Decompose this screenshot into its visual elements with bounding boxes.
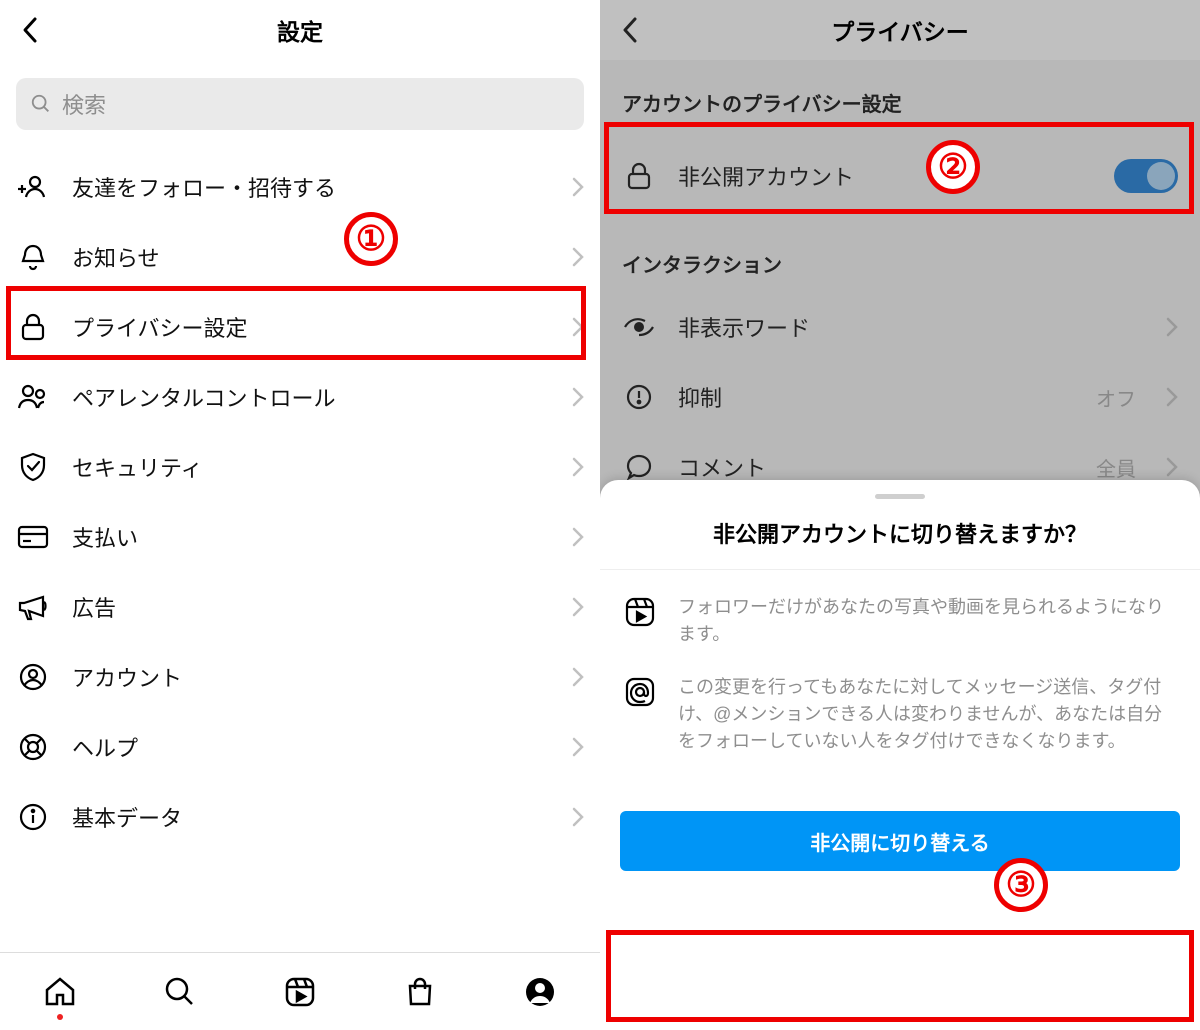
chevron-left-icon <box>621 16 639 44</box>
add-person-icon <box>16 170 50 204</box>
sheet-desc-1: フォロワーだけがあなたの写真や動画を見られるようになります。 <box>678 594 1178 648</box>
header: プライバシー <box>600 0 1200 60</box>
list-item-label: ペアレンタルコントロール <box>72 381 550 413</box>
sheet-info-row: この変更を行ってもあなたに対してメッセージ送信、タグ付け、@メンションできる人は… <box>622 674 1178 755</box>
privacy-item-limits[interactable]: 抑制 オフ <box>600 362 1200 432</box>
nav-profile[interactable] <box>520 972 560 1012</box>
chevron-right-icon <box>572 387 584 407</box>
nav-home[interactable] <box>40 972 80 1012</box>
settings-list: 友達をフォロー・招待する お知らせ プライバシー設定 ペアレンタルコントロール <box>0 152 600 852</box>
chevron-right-icon <box>572 737 584 757</box>
sheet-body: フォロワーだけがあなたの写真や動画を見られるようになります。 この変更を行っても… <box>600 570 1200 801</box>
chevron-right-icon <box>572 527 584 547</box>
private-account-label: 非公開アカウント <box>678 160 1092 192</box>
page-title: 設定 <box>277 13 323 47</box>
chevron-right-icon <box>572 177 584 197</box>
sheet-title: 非公開アカウントに切り替えますか？ <box>600 517 1200 570</box>
profile-icon <box>524 976 556 1008</box>
back-button[interactable] <box>614 14 646 46</box>
settings-item-security[interactable]: セキュリティ <box>16 432 584 502</box>
search-icon <box>30 93 52 115</box>
privacy-screen: プライバシー アカウントのプライバシー設定 非公開アカウント インタラクション … <box>600 0 1200 1030</box>
list-item-label: プライバシー設定 <box>72 311 550 343</box>
privacy-item-hidden-words[interactable]: 非表示ワード <box>600 292 1200 362</box>
card-icon <box>16 520 50 554</box>
list-item-label: アカウント <box>72 661 550 693</box>
list-item-label: ヘルプ <box>72 731 550 763</box>
people-icon <box>16 380 50 414</box>
list-item-label: 基本データ <box>72 801 550 833</box>
mention-icon <box>622 674 658 710</box>
nav-shop[interactable] <box>400 972 440 1012</box>
settings-item-account[interactable]: アカウント <box>16 642 584 712</box>
info-icon <box>16 800 50 834</box>
user-circle-icon <box>16 660 50 694</box>
eye-hide-icon <box>622 310 656 344</box>
chevron-right-icon <box>572 317 584 337</box>
nav-search[interactable] <box>160 972 200 1012</box>
reels-icon <box>622 594 658 630</box>
settings-item-about[interactable]: 基本データ <box>16 782 584 852</box>
chevron-right-icon <box>1166 457 1178 477</box>
nav-reels[interactable] <box>280 972 320 1012</box>
settings-item-ads[interactable]: 広告 <box>16 572 584 642</box>
list-item-label: お知らせ <box>72 241 550 273</box>
list-item-value: オフ <box>1096 383 1136 412</box>
page-title: プライバシー <box>831 13 969 47</box>
reels-icon <box>284 976 316 1008</box>
lifebuoy-icon <box>16 730 50 764</box>
shop-icon <box>404 976 436 1008</box>
search-placeholder: 検索 <box>62 88 106 120</box>
list-item-label: 支払い <box>72 521 550 553</box>
section-header-privacy: アカウントのプライバシー設定 <box>600 60 1200 131</box>
lock-icon <box>622 159 656 193</box>
bell-icon <box>16 240 50 274</box>
sheet-desc-2: この変更を行ってもあなたに対してメッセージ送信、タグ付け、@メンションできる人は… <box>678 674 1178 755</box>
confirm-sheet: 非公開アカウントに切り替えますか？ フォロワーだけがあなたの写真や動画を見られる… <box>600 480 1200 1030</box>
notification-dot <box>57 1014 63 1020</box>
sheet-handle[interactable] <box>875 494 925 499</box>
chevron-right-icon <box>572 457 584 477</box>
search-input[interactable]: 検索 <box>16 78 584 130</box>
back-button[interactable] <box>14 14 46 46</box>
chevron-right-icon <box>1166 317 1178 337</box>
search-icon <box>164 976 196 1008</box>
header: 設定 <box>0 0 600 60</box>
alert-circle-icon <box>622 380 656 414</box>
private-account-row: 非公開アカウント <box>600 131 1200 221</box>
settings-item-help[interactable]: ヘルプ <box>16 712 584 782</box>
list-item-label: 非表示ワード <box>678 311 1114 343</box>
settings-item-payments[interactable]: 支払い <box>16 502 584 572</box>
shield-icon <box>16 450 50 484</box>
chevron-right-icon <box>1166 387 1178 407</box>
switch-private-button[interactable]: 非公開に切り替える <box>620 811 1180 871</box>
home-icon <box>43 975 77 1009</box>
list-item-value: 全員 <box>1096 453 1136 482</box>
chevron-left-icon <box>21 16 39 44</box>
settings-item-invite-friends[interactable]: 友達をフォロー・招待する <box>16 152 584 222</box>
sheet-info-row: フォロワーだけがあなたの写真や動画を見られるようになります。 <box>622 594 1178 648</box>
list-item-label: セキュリティ <box>72 451 550 483</box>
lock-icon <box>16 310 50 344</box>
list-item-label: 友達をフォロー・招待する <box>72 171 550 203</box>
list-item-label: 広告 <box>72 591 550 623</box>
chevron-right-icon <box>572 247 584 267</box>
settings-screen: 設定 検索 友達をフォロー・招待する お知らせ プライバシー設定 <box>0 0 600 1030</box>
button-label: 非公開に切り替える <box>810 827 989 856</box>
megaphone-icon <box>16 590 50 624</box>
chevron-right-icon <box>572 807 584 827</box>
section-header-interaction: インタラクション <box>600 221 1200 292</box>
settings-item-privacy[interactable]: プライバシー設定 <box>16 292 584 362</box>
settings-item-parental[interactable]: ペアレンタルコントロール <box>16 362 584 432</box>
private-account-toggle[interactable] <box>1114 159 1178 193</box>
chevron-right-icon <box>572 667 584 687</box>
list-item-label: コメント <box>678 451 1074 483</box>
toggle-knob <box>1147 162 1175 190</box>
bottom-nav <box>0 952 600 1030</box>
list-item-label: 抑制 <box>678 381 1074 413</box>
chevron-right-icon <box>572 597 584 617</box>
settings-item-notifications[interactable]: お知らせ <box>16 222 584 292</box>
comment-icon <box>622 450 656 484</box>
